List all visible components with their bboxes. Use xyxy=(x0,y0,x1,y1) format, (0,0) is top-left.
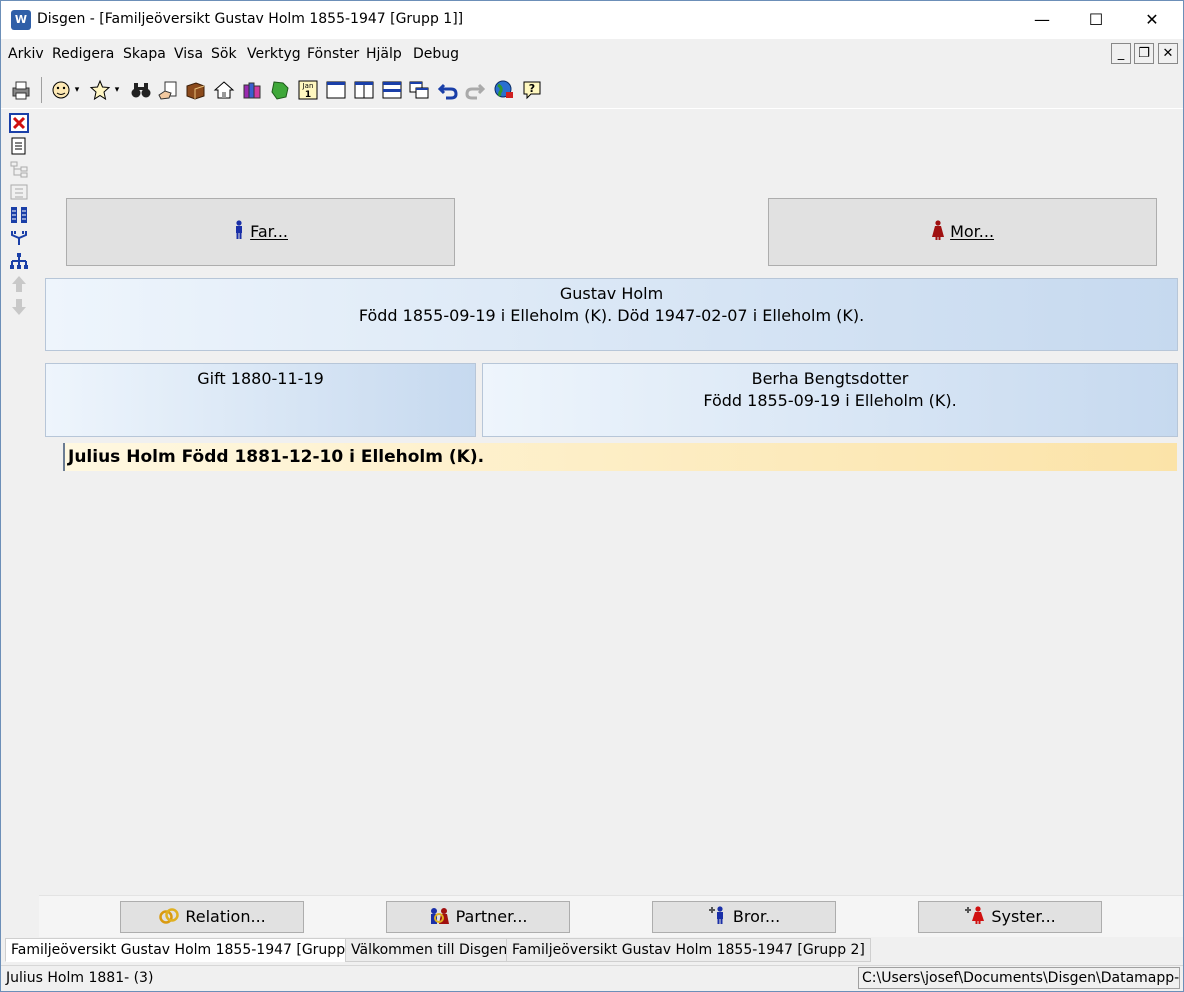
svg-text:?: ? xyxy=(529,82,535,95)
svg-text:1: 1 xyxy=(305,90,311,100)
title-bar: W Disgen - [Familjeöversikt Gustav Holm … xyxy=(1,1,1183,39)
relation-button[interactable]: Relation... xyxy=(120,901,304,933)
mother-label: Mor... xyxy=(950,222,995,241)
relation-label: Relation... xyxy=(185,907,266,926)
female-icon xyxy=(931,220,944,240)
books-icon[interactable] xyxy=(241,79,263,101)
menu-bar: Arkiv Redigera Skapa Visa Sök Verktyg Fö… xyxy=(1,41,1183,67)
windows-cascade-icon[interactable] xyxy=(408,79,430,101)
brother-button[interactable]: Bror... xyxy=(652,901,836,933)
svg-text:Jan: Jan xyxy=(302,82,314,90)
app-window: W Disgen - [Familjeöversikt Gustav Holm … xyxy=(0,0,1184,992)
menu-redigera[interactable]: Redigera xyxy=(52,46,114,62)
sister-button[interactable]: Syster... xyxy=(918,901,1102,933)
marriage-date: Gift 1880-11-19 xyxy=(197,369,324,388)
father-button[interactable]: Far... xyxy=(66,198,455,266)
rings-icon xyxy=(159,908,179,924)
descendants-icon[interactable] xyxy=(7,251,31,273)
menu-verktyg[interactable]: Verktyg xyxy=(247,46,301,62)
redo-icon[interactable] xyxy=(464,79,486,101)
add-sister-icon xyxy=(965,906,985,924)
child-row[interactable]: Julius Holm Född 1881-12-10 i Elleholm (… xyxy=(63,443,1177,471)
person-dropdown-icon[interactable]: ▾ xyxy=(71,79,83,101)
tab-familjeoversikt-grupp-2[interactable]: Familjeöversikt Gustav Holm 1855-1947 [G… xyxy=(506,938,871,962)
tab-valkommen[interactable]: Välkommen till Disgen xyxy=(345,938,514,962)
tree-disabled-icon xyxy=(7,159,31,181)
mdi-restore-button[interactable]: ❐ xyxy=(1134,43,1154,64)
person-name: Gustav Holm xyxy=(559,284,664,303)
person-info: Född 1855-09-19 i Elleholm (K). Död 1947… xyxy=(358,306,865,325)
ancestors-icon[interactable] xyxy=(7,228,31,250)
help-icon[interactable]: ? xyxy=(521,79,543,101)
map-icon[interactable] xyxy=(269,79,291,101)
sister-label: Syster... xyxy=(991,907,1056,926)
book-icon[interactable] xyxy=(184,79,206,101)
male-icon xyxy=(236,220,242,239)
notes-icon[interactable] xyxy=(7,136,31,158)
minimize-button[interactable]: — xyxy=(1019,1,1065,39)
window-title: Disgen - [Familjeöversikt Gustav Holm 18… xyxy=(37,11,464,27)
status-bar: Julius Holm 1881- (3) C:\Users\josef\Doc… xyxy=(1,965,1183,991)
toolbar: ▾ ▾ Jan 1 ? xyxy=(1,71,1183,109)
arrow-up-disabled-icon xyxy=(7,274,31,296)
document-tabs: Familjeöversikt Gustav Holm 1855-1947 [G… xyxy=(1,937,1183,963)
window-split-icon[interactable] xyxy=(353,79,375,101)
spouse-name: Berha Bengtsdotter xyxy=(751,369,909,388)
house-icon[interactable] xyxy=(213,79,235,101)
person-star-icon[interactable] xyxy=(89,79,111,101)
toolbar-separator xyxy=(41,77,42,103)
partner-label: Partner... xyxy=(455,907,528,926)
partner-button[interactable]: Partner... xyxy=(386,901,570,933)
delete-icon[interactable] xyxy=(7,113,31,135)
binoculars-icon[interactable] xyxy=(130,79,152,101)
menu-debug[interactable]: Debug xyxy=(413,46,459,62)
add-brother-icon xyxy=(708,906,723,924)
menu-arkiv[interactable]: Arkiv xyxy=(8,46,44,62)
child-text: Julius Holm Född 1881-12-10 i Elleholm (… xyxy=(68,447,485,467)
undo-icon[interactable] xyxy=(437,79,459,101)
spouse-panel[interactable]: Berha Bengtsdotter Född 1855-09-19 i Ell… xyxy=(482,363,1178,437)
mdi-minimize-button[interactable]: _ xyxy=(1111,43,1131,64)
mdi-close-button[interactable]: ✕ xyxy=(1158,43,1178,64)
close-button[interactable]: ✕ xyxy=(1129,1,1175,39)
pedigree-icon[interactable] xyxy=(7,205,31,227)
status-selected-person: Julius Holm 1881- (3) xyxy=(6,970,154,986)
calendar-icon[interactable]: Jan 1 xyxy=(297,79,319,101)
window-single-icon[interactable] xyxy=(325,79,347,101)
printer-icon[interactable] xyxy=(10,79,32,101)
app-icon: W xyxy=(11,10,31,30)
couple-icon xyxy=(431,908,450,924)
hand-document-icon[interactable] xyxy=(157,79,179,101)
menu-hjalp[interactable]: Hjälp xyxy=(366,46,402,62)
tab-familjeoversikt-grupp-1[interactable]: Familjeöversikt Gustav Holm 1855-1947 [G… xyxy=(5,938,370,962)
globe-icon[interactable] xyxy=(493,79,515,101)
star-dropdown-icon[interactable]: ▾ xyxy=(111,79,123,101)
menu-skapa[interactable]: Skapa xyxy=(123,46,166,62)
person-icon[interactable] xyxy=(50,79,72,101)
status-data-path: C:\Users\josef\Documents\Disgen\Datamapp… xyxy=(858,967,1180,989)
spouse-info: Född 1855-09-19 i Elleholm (K). xyxy=(703,391,957,410)
menu-sok[interactable]: Sök xyxy=(211,46,237,62)
menu-fonster[interactable]: Fönster xyxy=(307,46,359,62)
menu-visa[interactable]: Visa xyxy=(174,46,203,62)
brother-label: Bror... xyxy=(732,907,781,926)
arrow-down-disabled-icon xyxy=(7,297,31,319)
father-label: Far... xyxy=(250,222,288,241)
marriage-panel[interactable]: Gift 1880-11-19 xyxy=(45,363,476,437)
maximize-button[interactable]: ☐ xyxy=(1073,1,1119,39)
main-person-panel[interactable]: Gustav Holm Född 1855-09-19 i Elleholm (… xyxy=(45,278,1178,351)
window-horizontal-icon[interactable] xyxy=(381,79,403,101)
mother-button[interactable]: Mor... xyxy=(768,198,1157,266)
family-disabled-icon xyxy=(7,182,31,204)
